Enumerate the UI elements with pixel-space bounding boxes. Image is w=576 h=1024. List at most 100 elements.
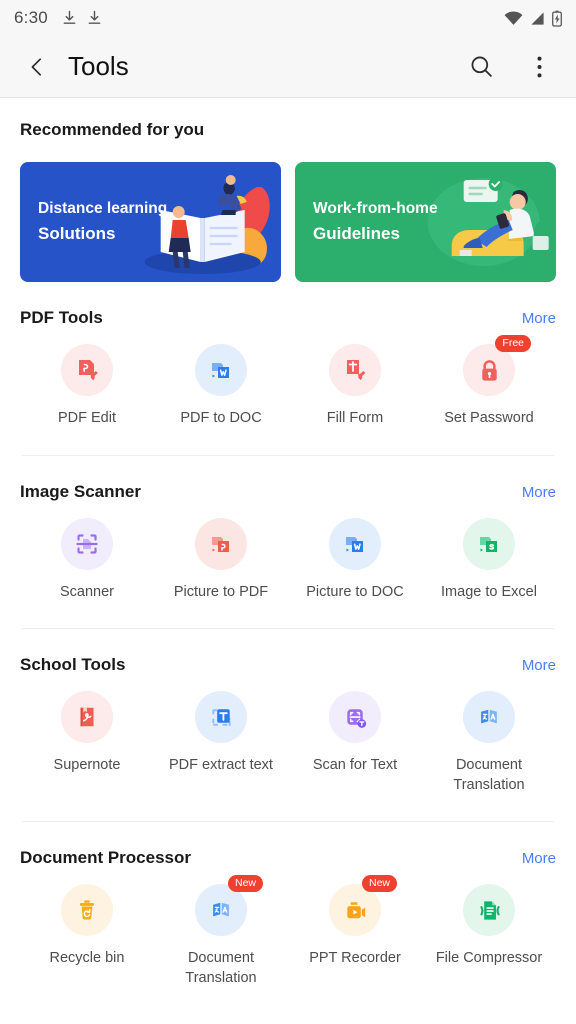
tool-set-password[interactable]: Free Set Password — [422, 335, 556, 429]
banner-line1: Distance learning — [38, 199, 168, 217]
cellular-signal-icon — [531, 11, 544, 25]
tool-label: Supernote — [53, 757, 121, 774]
tool-icon-wrap — [61, 691, 113, 744]
pdf-edit-icon — [79, 360, 98, 381]
translation-icon — [481, 709, 497, 724]
tool-file-compressor[interactable]: File Compressor — [422, 884, 556, 988]
status-bar-notification-icons — [62, 10, 102, 26]
banner-text: Distance learning Solutions — [20, 197, 167, 247]
banner-list: Distance learning Solutions Work-from-ho… — [20, 162, 556, 282]
translation-icon — [213, 903, 229, 917]
overflow-menu-button[interactable] — [522, 50, 556, 84]
back-button[interactable] — [20, 50, 54, 84]
tool-grid: Scanner Picture to PDF Picture to DOC Im… — [20, 517, 556, 603]
chevron-left-icon — [31, 57, 42, 76]
scanner-icon — [76, 533, 98, 554]
tool-icon-wrap — [195, 691, 247, 744]
more-link[interactable]: More — [522, 484, 556, 501]
tool-document-translation[interactable]: Document Translation — [422, 691, 556, 795]
scan-for-text-icon — [346, 708, 366, 728]
tool-label: Recycle bin — [49, 950, 125, 967]
banner-line1: Work-from-home — [313, 199, 438, 217]
section-header: School Tools More — [20, 655, 556, 675]
recommended-section: Recommended for you Distance learning So… — [20, 98, 556, 282]
status-badge: Free — [495, 335, 531, 352]
file-compressor-icon — [479, 901, 500, 920]
tool-icon-wrap — [329, 517, 381, 570]
search-icon — [471, 56, 492, 77]
tool-label: Picture to PDF — [173, 583, 269, 600]
lock-icon — [481, 359, 497, 381]
tool-icon-wrap — [61, 344, 113, 396]
section-header: PDF Tools More — [20, 308, 556, 328]
picture-to-doc-icon — [346, 536, 363, 552]
section-pdf-tools: PDF Tools More PDF Edit PDF to DOC Fill … — [20, 282, 556, 429]
tool-icon-wrap — [61, 517, 113, 570]
tool-supernote[interactable]: Supernote — [20, 691, 154, 795]
tool-grid: Supernote PDF extract text Scan for Text… — [20, 691, 556, 795]
tool-label: PDF Edit — [57, 410, 116, 426]
status-bar: 6:30 — [0, 0, 576, 36]
search-button[interactable] — [464, 50, 498, 84]
tool-label: PDF to DOC — [180, 410, 262, 426]
section-header: Image Scanner More — [20, 482, 556, 502]
tool-label: Fill Form — [326, 410, 384, 426]
tool-grid: Recycle bin New Document Translation New… — [20, 875, 556, 988]
tool-label: Set Password — [444, 410, 534, 426]
download-icon — [63, 10, 76, 24]
tool-image-to-excel[interactable]: Image to Excel — [422, 517, 556, 603]
tool-label: Picture to DOC — [306, 583, 404, 600]
section-school-tools: School Tools More Supernote PDF extract … — [20, 629, 556, 795]
tool-icon-wrap: New — [195, 875, 263, 937]
tool-icon-wrap — [463, 691, 515, 744]
tool-scanner[interactable]: Scanner — [20, 517, 154, 603]
download-icon — [88, 10, 101, 24]
status-badge: New — [361, 875, 397, 892]
tool-ppt-recorder[interactable]: New PPT Recorder — [288, 875, 422, 988]
tool-scan-for-text[interactable]: Scan for Text — [288, 691, 422, 795]
section-image-scanner: Image Scanner More Scanner Picture to PD… — [20, 456, 556, 603]
wifi-icon — [504, 10, 523, 25]
status-bar-time: 6:30 — [14, 8, 48, 27]
tool-icon-wrap — [463, 517, 515, 570]
section-document-processor: Document Processor More Recycle bin New … — [20, 822, 556, 988]
tool-icon-wrap — [463, 884, 515, 937]
tool-icon-wrap — [329, 691, 381, 744]
tool-picture-to-pdf[interactable]: Picture to PDF — [154, 517, 288, 603]
tool-label: Document Translation — [453, 757, 525, 793]
tool-pdf-to-doc[interactable]: PDF to DOC — [154, 344, 288, 429]
extract-text-icon — [211, 708, 231, 726]
tool-fill-form[interactable]: Fill Form — [288, 344, 422, 429]
banner-distance-learning[interactable]: Distance learning Solutions — [20, 162, 281, 282]
page-title: Tools — [68, 51, 129, 81]
tool-icon-wrap — [61, 884, 113, 937]
tool-label: File Compressor — [435, 950, 543, 967]
tool-label: PDF extract text — [169, 757, 273, 774]
tool-icon-wrap: Free — [463, 335, 531, 396]
tool-icon-wrap — [329, 344, 381, 396]
tool-grid: PDF Edit PDF to DOC Fill Form Free Set P… — [20, 335, 556, 429]
tool-document-translation[interactable]: New Document Translation — [154, 875, 288, 988]
tool-icon-wrap — [195, 517, 247, 570]
recycle-bin-icon — [80, 900, 94, 920]
tool-picture-to-doc[interactable]: Picture to DOC — [288, 517, 422, 603]
tool-pdf-extract-text[interactable]: PDF extract text — [154, 691, 288, 795]
tool-label: Scanner — [59, 583, 114, 600]
more-link[interactable]: More — [522, 657, 556, 674]
tool-label: Scan for Text — [312, 757, 398, 774]
section-title: PDF Tools — [20, 308, 103, 327]
section-title: School Tools — [20, 655, 126, 675]
section-title: Image Scanner — [20, 481, 141, 501]
tool-recycle-bin[interactable]: Recycle bin — [20, 884, 154, 988]
tool-label: Image to Excel — [441, 583, 537, 600]
recommended-title: Recommended for you — [20, 120, 205, 139]
more-link[interactable]: More — [522, 310, 556, 327]
tool-pdf-edit[interactable]: PDF Edit — [20, 344, 154, 429]
tool-icon-wrap: New — [329, 875, 397, 937]
more-link[interactable]: More — [522, 850, 556, 867]
banner-work-from-home[interactable]: Work-from-home Guidelines — [295, 162, 556, 282]
section-title: Document Processor — [20, 848, 191, 868]
header-actions — [464, 50, 556, 84]
image-to-excel-icon — [480, 536, 497, 552]
fill-form-icon — [347, 360, 366, 381]
